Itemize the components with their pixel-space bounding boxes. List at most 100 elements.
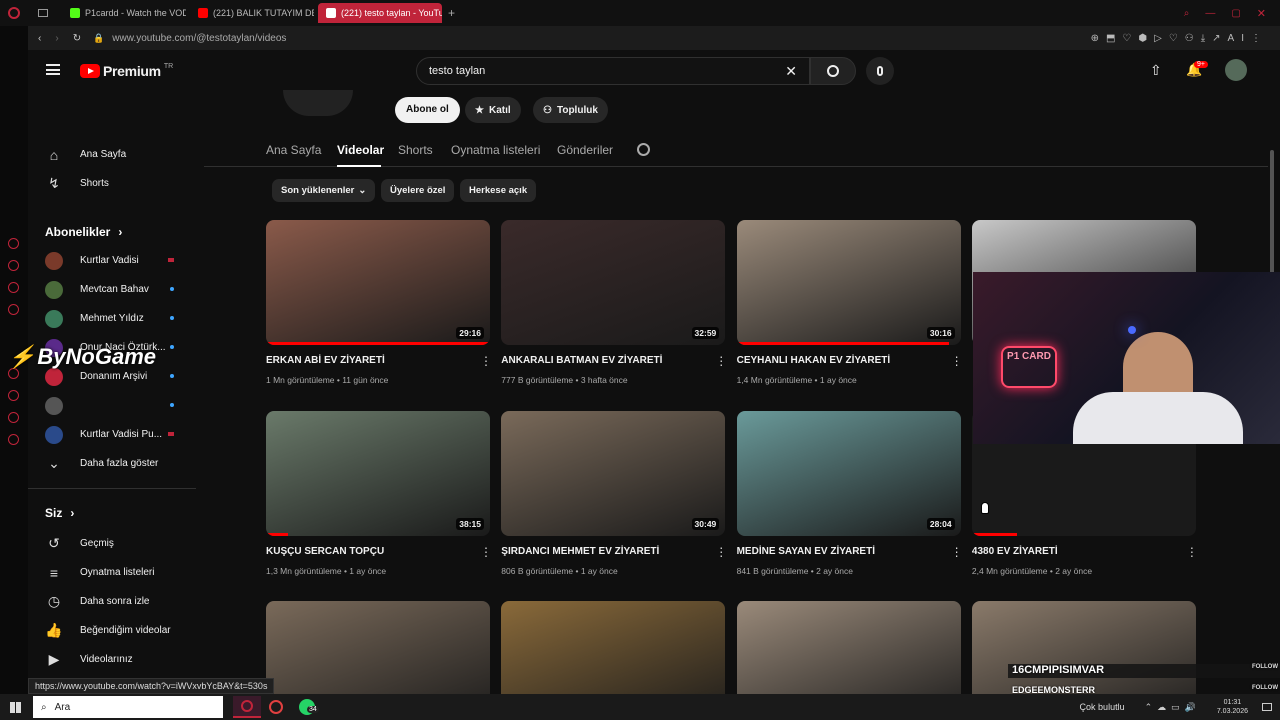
back-icon[interactable]: ‹ [38,33,41,44]
sidebar-item-shorts[interactable]: ↯ Shorts [28,169,198,198]
sidebar-item-home[interactable]: ⌂ Ana Sayfa [28,140,198,169]
rail-icon[interactable] [8,412,19,423]
video-title[interactable]: MEDİNE SAYAN EV ZİYARETİ [737,546,937,557]
sidebar-you-item[interactable]: ▶ Videolarınız [28,645,198,674]
browser-tab[interactable]: (221) testo taylan - YouTub [318,3,442,23]
windows-start-icon[interactable] [10,701,21,713]
video-title[interactable]: KUŞÇU SERCAN TOPÇU [266,546,466,557]
clock[interactable]: 01:31 7.03.2026 [1217,698,1248,716]
maximize-button[interactable]: ▢ [1231,8,1240,19]
sidebar-subscription[interactable]: Mehmet Yıldız [28,304,198,333]
video-thumbnail[interactable]: 30:16 [736,220,961,345]
browser-tab[interactable]: P1cardd - Watch the VOD [62,3,186,23]
reload-icon[interactable]: ↻ [73,33,81,44]
video-card[interactable]: 29:16 ERKAN ABİ EV ZİYARETİ 1 Mn görüntüle… [266,220,492,385]
forward-icon[interactable]: › [55,33,58,44]
subscriptions-heading[interactable]: Abonelikler › [45,225,122,239]
tab-overview-icon[interactable] [38,9,48,17]
youtube-logo[interactable]: Premium TR [80,63,173,79]
video-thumbnail[interactable]: 32:59 [501,220,726,345]
more-options-icon[interactable]: ⋮ [715,545,727,559]
more-options-icon[interactable]: ⋮ [480,545,492,559]
opera-logo-icon[interactable] [8,7,20,19]
video-thumbnail[interactable]: 30:49 [501,410,726,536]
sidebar-you-item[interactable]: ≡ Oynatma listeleri [28,558,198,587]
video-card[interactable]: 28:04 MEDİNE SAYAN EV ZİYARETİ 841 B görün… [736,410,963,576]
tab-home[interactable]: Ana Sayfa [266,143,321,157]
chip-latest[interactable]: Son yüklenenler ⌄ [272,179,376,202]
url-field[interactable]: www.youtube.com/@testotaylan/videos [112,33,286,44]
video-thumbnail[interactable]: 28:04 [736,410,961,536]
join-button[interactable]: ★ Katıl [465,97,521,123]
more-options-icon[interactable]: ⋮ [951,354,963,368]
more-options-icon[interactable]: ⋮ [951,545,963,559]
opera-taskbar-icon[interactable] [233,696,261,718]
system-tray-icons[interactable]: ⌃☁▭🔊 [1145,702,1201,713]
sidebar-subscription[interactable] [28,391,198,420]
video-title[interactable]: CEYHANLI HAKAN EV ZİYARETİ [737,355,937,366]
you-heading[interactable]: Siz › [45,506,74,520]
video-card[interactable]: 38:15 KUŞÇU SERCAN TOPÇU 1,3 Mn görüntülem… [266,410,492,576]
account-avatar[interactable] [1225,59,1247,81]
video-thumbnail[interactable]: 29:16 [266,220,490,345]
video-thumbnail[interactable] [501,601,726,694]
video-card[interactable]: 30:49 ŞIRDANCI MEHMET EV ZİYARETİ 806 B gö… [501,410,727,576]
toolbar-extensions[interactable]: ⊕⬒♡⬢▷♡⚇⤓↗AI⋮ [1091,33,1268,44]
tab-posts[interactable]: Gönderiler [557,143,613,157]
sidebar-subscription[interactable]: Kurtlar Vadisi [28,246,198,275]
rail-icon[interactable] [8,390,19,401]
sidebar-you-item[interactable]: ↺ Geçmiş [28,529,198,558]
sidebar-subscription[interactable]: Kurtlar Vadisi Pu... [28,420,198,449]
clear-search-icon[interactable]: ✕ [785,63,797,80]
video-title[interactable]: ERKAN ABİ EV ZİYARETİ [266,355,466,366]
search-tabs-icon[interactable]: ⌕ [1184,8,1190,19]
new-tab-button[interactable]: + [448,6,455,20]
video-thumbnail[interactable] [736,601,961,694]
video-card[interactable] [736,601,961,694]
sidebar-subscription[interactable]: Mevtcan Bahav [28,275,198,304]
minimize-button[interactable]: — [1205,8,1215,19]
voice-search-button[interactable] [866,57,894,85]
video-title[interactable]: ANKARALI BATMAN EV ZİYARETİ [501,355,701,366]
app-taskbar-icon[interactable] [269,700,283,714]
subscribe-button[interactable]: Abone ol [395,97,460,123]
rail-icon[interactable] [8,304,19,315]
tab-videos[interactable]: Videolar [337,143,384,157]
menu-icon[interactable] [46,64,60,75]
more-options-icon[interactable]: ⋮ [715,354,727,368]
close-window-button[interactable]: ✕ [1257,7,1266,20]
chip-public[interactable]: Herkese açık [460,179,537,202]
shorts-icon: ↯ [48,175,60,191]
rail-icon[interactable] [8,238,19,249]
video-thumbnail[interactable]: 38:15 [266,410,490,536]
taskbar-search[interactable]: ⌕ Ara [33,696,223,718]
chip-members-only[interactable]: Üyelere özel [381,179,455,202]
video-title[interactable]: ŞIRDANCI MEHMET EV ZİYARETİ [501,546,701,557]
search-input[interactable]: testo taylan [429,65,485,77]
create-upload-icon[interactable]: ⇧ [1150,62,1162,79]
browser-tab[interactable]: (221) BALIK TUTAYIM DEĞ [190,3,314,23]
tab-playlists[interactable]: Oynatma listeleri [451,143,540,157]
sidebar-you-item[interactable]: ◷ Daha sonra izle [28,587,198,616]
whatsapp-taskbar-icon[interactable]: 34 [299,699,319,715]
video-title[interactable]: 4380 EV ZİYARETİ [972,546,1172,557]
rail-icon[interactable] [8,434,19,445]
rail-icon[interactable] [8,282,19,293]
more-options-icon[interactable]: ⋮ [1186,545,1198,559]
sidebar-show-more[interactable]: ⌄ Daha fazla göster [28,449,198,478]
tab-shorts[interactable]: Shorts [398,143,433,157]
video-card[interactable]: 30:16 CEYHANLI HAKAN EV ZİYARETİ 1,4 Mn gö… [736,220,963,385]
sidebar-you-item[interactable]: 👍 Beğendiğim videolar [28,616,198,645]
video-card[interactable] [501,601,726,694]
more-options-icon[interactable]: ⋮ [480,354,492,368]
community-button[interactable]: ⚇ Topluluk [533,97,608,123]
notification-center-icon[interactable] [1262,703,1272,711]
home-icon: ⌂ [49,146,59,163]
search-button[interactable] [810,57,856,85]
search-box[interactable]: testo taylan ✕ [416,57,810,85]
rail-icon[interactable] [8,260,19,271]
channel-search-icon[interactable] [637,143,650,156]
video-card[interactable] [266,601,490,694]
video-thumbnail[interactable] [266,601,490,694]
video-card[interactable]: 32:59 ANKARALI BATMAN EV ZİYARETİ 777 B gö… [501,220,727,385]
